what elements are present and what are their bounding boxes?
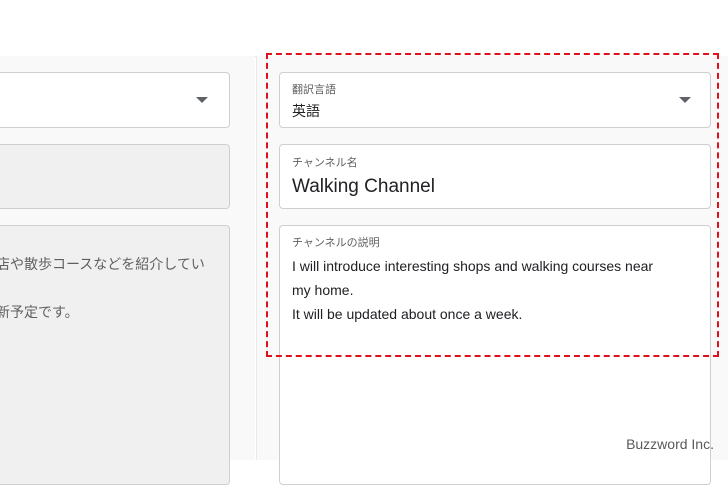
translation-language-value: 英語	[292, 103, 320, 119]
original-language-select[interactable]	[0, 72, 230, 128]
top-bar	[0, 0, 728, 57]
channel-name-field[interactable]: チャンネル名 Walking Channel	[279, 144, 711, 209]
original-language-panel: 店や散歩コースなどを紹介してい 新予定です。	[0, 56, 255, 485]
watermark: Buzzword Inc.	[626, 436, 714, 452]
translation-panel: 翻訳言語 英語 チャンネル名 Walking Channel チャンネルの説明 …	[256, 56, 728, 485]
channel-name-label: チャンネル名	[292, 157, 358, 169]
channel-description-label: チャンネルの説明	[292, 237, 380, 249]
chevron-down-icon[interactable]	[679, 97, 691, 103]
channel-description-line1: I will introduce interesting shops and w…	[292, 258, 654, 274]
original-description-line2: 新予定です。	[0, 304, 79, 320]
original-description-line1: 店や散歩コースなどを紹介してい	[0, 256, 205, 272]
chevron-down-icon[interactable]	[196, 97, 208, 103]
channel-description-line2: my home.	[292, 282, 354, 298]
translation-language-select[interactable]: 翻訳言語 英語	[279, 72, 711, 128]
channel-description-line3: It will be updated about once a week.	[292, 306, 523, 322]
original-channel-description-field: 店や散歩コースなどを紹介してい 新予定です。	[0, 225, 230, 485]
channel-name-value[interactable]: Walking Channel	[292, 176, 435, 198]
original-channel-name-field	[0, 144, 230, 209]
translation-language-label: 翻訳言語	[292, 84, 336, 96]
